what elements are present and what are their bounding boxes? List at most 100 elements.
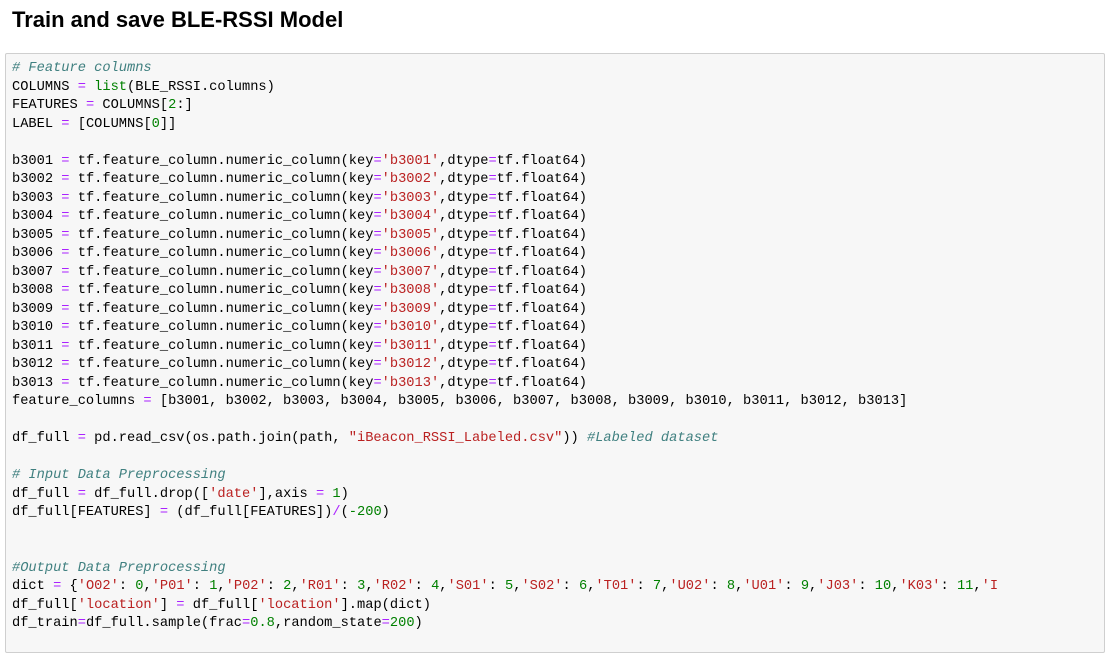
code-token: :	[414, 579, 432, 594]
code-token: tf.feature_column.numeric_column(key	[69, 375, 374, 391]
code-line: b3004 = tf.feature_column.numeric_column…	[12, 208, 998, 227]
code-token: #Labeled dataset	[587, 431, 719, 446]
code-token: =	[488, 357, 497, 372]
code-line: feature_columns = [b3001, b3002, b3003, …	[12, 393, 998, 412]
code-token: =	[77, 79, 86, 95]
code-token: ,dtype	[439, 357, 489, 372]
code-token: :]	[176, 98, 193, 113]
code-token: =	[176, 597, 185, 613]
code-token: 5	[505, 579, 514, 594]
code-token: df_full.drop([	[85, 486, 210, 502]
code-cell[interactable]: # Feature columns COLUMNS = list(BLE_RSSI…	[5, 53, 1105, 653]
code-token: 11	[956, 579, 974, 594]
code-token: 'b3009'	[381, 301, 440, 317]
code-token: =	[61, 338, 70, 354]
code-token: tf.float64)	[496, 320, 588, 335]
code-line: FEATURES = COLUMNS[2:]	[12, 97, 998, 116]
code-token: 9	[800, 579, 810, 594]
code-token: b3008	[12, 283, 62, 298]
code-token: 'K03'	[899, 579, 941, 594]
code-token: ]]	[159, 116, 177, 132]
code-token: =	[61, 153, 70, 169]
code-token: 'O02'	[77, 579, 119, 594]
code-token: tf.feature_column.numeric_column(key	[69, 264, 374, 280]
code-token: tf.feature_column.numeric_column(key	[69, 190, 374, 206]
code-token: tf.feature_column.numeric_column(key	[69, 246, 374, 261]
code-token: tf.float64)	[496, 153, 588, 169]
code-token: =	[373, 357, 382, 372]
code-token: -200	[348, 505, 382, 520]
code-line: b3005 = tf.feature_column.numeric_column…	[12, 227, 998, 246]
code-token: =	[488, 209, 497, 224]
code-token: =	[488, 320, 497, 335]
code-token: 8	[726, 579, 736, 594]
code-token: 6	[578, 579, 588, 594]
code-token: 'b3010'	[381, 320, 440, 335]
code-token: =	[315, 486, 325, 502]
code-token: (df_full[FEATURES])	[168, 505, 333, 520]
code-token: =	[373, 153, 382, 169]
code-token: =	[143, 394, 152, 409]
code-token: ].map(dict)	[340, 597, 431, 613]
code-token: 'b3012'	[381, 357, 440, 372]
code-token: 'U01'	[743, 579, 785, 594]
code-token: ],axis	[258, 486, 316, 502]
code-token: =	[488, 283, 497, 298]
code-token: COLUMNS	[12, 79, 78, 95]
code-token: ,dtype	[439, 246, 489, 261]
code-token: =	[61, 172, 70, 187]
code-token: tf.feature_column.numeric_column(key	[69, 172, 374, 187]
code-token: ,dtype	[439, 172, 489, 187]
code-token: 'b3008'	[381, 283, 440, 298]
code-token: =	[61, 246, 70, 261]
code-token: =	[159, 505, 169, 520]
code-token: tf.feature_column.numeric_column(key	[69, 283, 374, 298]
code-line: dict = {'O02': 0,'P01': 1,'P02': 2,'R01'…	[12, 578, 998, 597]
code-line: df_full = pd.read_csv(os.path.join(path,…	[12, 430, 998, 449]
code-token: =	[61, 209, 70, 224]
code-token: ,dtype	[439, 301, 489, 317]
code-token: 'location'	[258, 597, 341, 613]
code-token: [COLUMNS[	[69, 116, 152, 132]
code-token: :	[118, 579, 136, 594]
code-token: tf.float64)	[496, 264, 588, 280]
code-token: 'b3005'	[381, 227, 440, 243]
code-token: =	[373, 301, 382, 317]
code-token: :	[192, 579, 210, 594]
code-line: b3012 = tf.feature_column.numeric_column…	[12, 356, 998, 375]
code-editor[interactable]: # Feature columns COLUMNS = list(BLE_RSSI…	[12, 60, 998, 634]
code-token: 'b3002'	[381, 172, 440, 187]
code-token: 'b3013'	[381, 375, 440, 391]
code-token: ,dtype	[439, 227, 489, 243]
code-token: dict	[12, 579, 54, 594]
code-token: :	[858, 579, 875, 594]
code-line: LABEL = [COLUMNS[0]]	[12, 116, 998, 135]
code-token: =	[61, 264, 70, 280]
code-token: tf.float64)	[496, 338, 588, 354]
code-token: )	[381, 505, 390, 520]
code-token: df_full[	[184, 597, 259, 613]
code-token: =	[61, 375, 70, 391]
code-token: b3005	[12, 227, 62, 243]
code-token: (	[340, 505, 349, 520]
code-token: df_full	[12, 431, 78, 446]
code-token: =	[488, 153, 497, 169]
code-token: 'S02'	[521, 579, 563, 594]
code-line: #Output Data Preprocessing	[12, 560, 998, 579]
code-token: ,	[973, 579, 982, 594]
code-token: =	[61, 116, 70, 132]
code-line: # Input Data Preprocessing	[12, 467, 998, 486]
code-token: =	[373, 172, 382, 187]
code-token: b3006	[12, 246, 62, 261]
code-token: tf.feature_column.numeric_column(key	[69, 227, 374, 243]
code-token: =	[373, 190, 382, 206]
code-token: ,dtype	[439, 375, 489, 391]
code-token: 7	[652, 579, 662, 594]
code-token: =	[373, 227, 382, 243]
code-line: df_full['location'] = df_full['location'…	[12, 597, 998, 616]
code-token: feature_columns	[12, 394, 144, 409]
code-token: b3012	[12, 357, 62, 372]
